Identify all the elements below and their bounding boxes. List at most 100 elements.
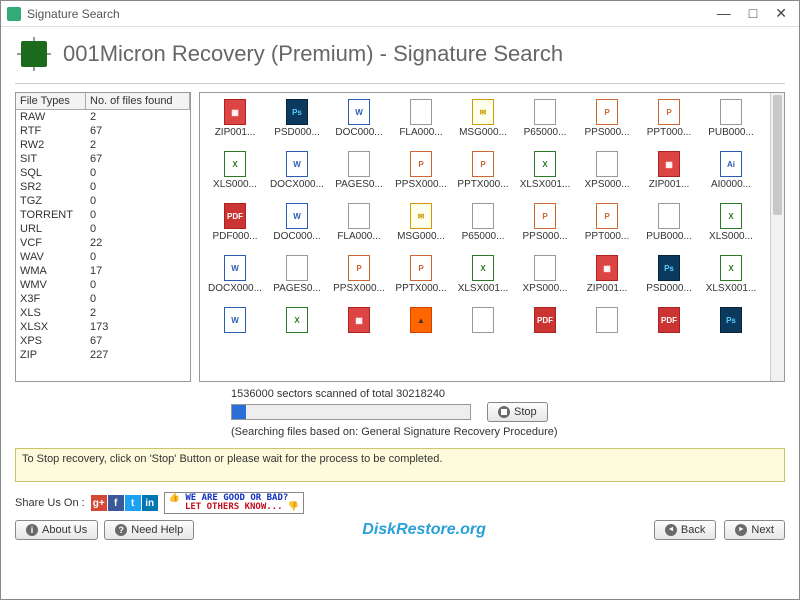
file-item[interactable]: ▲ <box>390 307 452 359</box>
twitter-icon[interactable]: t <box>125 495 141 511</box>
file-item[interactable]: P65000... <box>514 99 576 151</box>
about-button[interactable]: About Us <box>15 520 98 540</box>
table-row[interactable]: RW22 <box>16 138 190 152</box>
file-item[interactable]: PsPSD000... <box>266 99 328 151</box>
file-icon: P <box>410 255 432 281</box>
table-header[interactable]: File Types No. of files found <box>16 93 190 110</box>
maximize-button[interactable]: □ <box>749 5 757 22</box>
facebook-icon[interactable]: f <box>108 495 124 511</box>
app-window: Signature Search — □ ✕ 001Micron Recover… <box>0 0 800 600</box>
file-label: MSG000... <box>454 127 512 138</box>
table-row[interactable]: URL0 <box>16 222 190 236</box>
file-item[interactable]: XXLSX001... <box>452 255 514 307</box>
table-row[interactable]: TGZ0 <box>16 194 190 208</box>
file-item[interactable]: P65000... <box>452 203 514 255</box>
table-row[interactable]: VCF22 <box>16 236 190 250</box>
file-item[interactable]: PAGES0... <box>328 151 390 203</box>
stop-button[interactable]: Stop <box>487 402 548 422</box>
table-row[interactable]: SIT67 <box>16 152 190 166</box>
file-icon: X <box>534 151 556 177</box>
table-row[interactable]: WMV0 <box>16 278 190 292</box>
col-file-types[interactable]: File Types <box>16 93 86 109</box>
minimize-button[interactable]: — <box>717 5 731 22</box>
file-icon: P <box>534 203 556 229</box>
table-row[interactable]: TORRENT0 <box>16 208 190 222</box>
table-row[interactable]: SR20 <box>16 180 190 194</box>
table-row[interactable]: WMA17 <box>16 264 190 278</box>
table-row[interactable]: XPS67 <box>16 334 190 348</box>
table-row[interactable]: XLSX173 <box>16 320 190 334</box>
linkedin-icon[interactable]: in <box>142 495 158 511</box>
file-item[interactable]: ✉MSG000... <box>452 99 514 151</box>
window-title: Signature Search <box>27 7 717 21</box>
file-item[interactable]: ▦ZIP001... <box>576 255 638 307</box>
file-item[interactable]: AiAI0000... <box>700 151 762 203</box>
file-item[interactable]: WDOCX000... <box>204 255 266 307</box>
table-row[interactable]: X3F0 <box>16 292 190 306</box>
file-icon <box>658 203 680 229</box>
file-item[interactable] <box>452 307 514 359</box>
file-item[interactable]: Ps <box>700 307 762 359</box>
file-icon: P <box>348 255 370 281</box>
file-item[interactable]: XXLS000... <box>700 203 762 255</box>
file-item[interactable]: PDF <box>514 307 576 359</box>
file-item[interactable]: ▦ZIP001... <box>204 99 266 151</box>
file-icon <box>596 307 618 333</box>
file-icon: ▦ <box>348 307 370 333</box>
file-icon: Ps <box>658 255 680 281</box>
table-row[interactable]: RTF67 <box>16 124 190 138</box>
file-item[interactable]: WDOC000... <box>328 99 390 151</box>
file-item[interactable]: PUB000... <box>700 99 762 151</box>
file-item[interactable]: ▦ZIP001... <box>638 151 700 203</box>
file-item[interactable]: ✉MSG000... <box>390 203 452 255</box>
file-icon: X <box>720 203 742 229</box>
file-item[interactable]: PPPT000... <box>638 99 700 151</box>
file-item[interactable]: FLA000... <box>328 203 390 255</box>
file-item[interactable]: PPPSX000... <box>328 255 390 307</box>
file-label: DOCX000... <box>206 283 264 294</box>
file-item[interactable]: XXLSX001... <box>700 255 762 307</box>
file-item[interactable]: XPS000... <box>514 255 576 307</box>
file-item[interactable]: PsPSD000... <box>638 255 700 307</box>
table-row[interactable]: WAV0 <box>16 250 190 264</box>
file-label: P65000... <box>454 231 512 242</box>
next-button[interactable]: Next <box>724 520 785 540</box>
file-item[interactable]: PAGES0... <box>266 255 328 307</box>
table-row[interactable]: RAW2 <box>16 110 190 124</box>
table-row[interactable]: XLS2 <box>16 306 190 320</box>
file-item[interactable]: PPPTX000... <box>452 151 514 203</box>
stop-icon <box>498 406 510 418</box>
review-button[interactable]: 👍 WE ARE GOOD OR BAD? LET OTHERS KNOW...… <box>164 492 304 514</box>
back-button[interactable]: Back <box>654 520 716 540</box>
file-item[interactable]: WDOC000... <box>266 203 328 255</box>
googleplus-icon[interactable]: g+ <box>91 495 107 511</box>
file-item[interactable]: FLA000... <box>390 99 452 151</box>
page-title: 001Micron Recovery (Premium) - Signature… <box>63 41 563 67</box>
file-item[interactable]: WDOCX000... <box>266 151 328 203</box>
file-item[interactable] <box>576 307 638 359</box>
file-item[interactable]: W <box>204 307 266 359</box>
close-button[interactable]: ✕ <box>775 5 787 22</box>
file-label: XLS000... <box>206 179 264 190</box>
file-item[interactable]: PDF <box>638 307 700 359</box>
file-item[interactable]: PPPS000... <box>576 99 638 151</box>
file-item[interactable]: PUB000... <box>638 203 700 255</box>
help-button[interactable]: Need Help <box>104 520 194 540</box>
file-item[interactable]: PPPTX000... <box>390 255 452 307</box>
file-item[interactable]: XPS000... <box>576 151 638 203</box>
file-item[interactable]: XXLS000... <box>204 151 266 203</box>
file-item[interactable]: XXLSX001... <box>514 151 576 203</box>
file-item[interactable]: PPPSX000... <box>390 151 452 203</box>
next-icon <box>735 524 747 536</box>
file-item[interactable]: PPPS000... <box>514 203 576 255</box>
scrollbar-thumb[interactable] <box>773 95 782 215</box>
table-row[interactable]: SQL0 <box>16 166 190 180</box>
file-icon <box>348 203 370 229</box>
col-files-found[interactable]: No. of files found <box>86 93 190 109</box>
file-item[interactable]: PPPT000... <box>576 203 638 255</box>
scrollbar[interactable] <box>770 93 784 381</box>
file-item[interactable]: ▦ <box>328 307 390 359</box>
file-item[interactable]: PDFPDF000... <box>204 203 266 255</box>
file-item[interactable]: X <box>266 307 328 359</box>
table-row[interactable]: ZIP227 <box>16 348 190 362</box>
